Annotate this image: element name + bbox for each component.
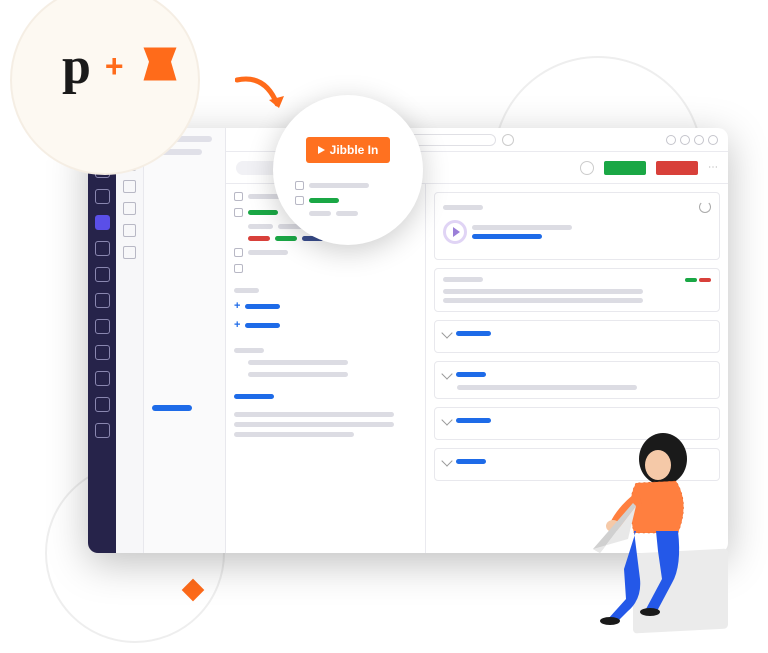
panel-icon[interactable] (123, 180, 136, 193)
won-button[interactable] (604, 161, 646, 175)
panel-icon[interactable] (123, 224, 136, 237)
add-icon[interactable]: + (234, 300, 240, 312)
section-label (456, 418, 491, 423)
magnified-content (273, 181, 423, 222)
topbar-icon[interactable] (666, 135, 676, 145)
link-text[interactable] (472, 234, 542, 239)
link-text[interactable] (234, 394, 274, 399)
topbar-icon[interactable] (680, 135, 690, 145)
topbar-icon[interactable] (694, 135, 704, 145)
placeholder-line (443, 205, 483, 210)
selected-item[interactable] (152, 405, 192, 411)
sidebar-nav-item[interactable] (95, 423, 110, 438)
field-icon (295, 181, 304, 190)
topbar-icon[interactable] (708, 135, 718, 145)
placeholder-line (234, 432, 354, 437)
sidebar-nav-item[interactable] (95, 267, 110, 282)
illustration-person (578, 431, 728, 631)
refresh-icon[interactable] (699, 201, 711, 213)
section-label (456, 331, 491, 336)
more-icon[interactable]: ⋯ (708, 162, 718, 173)
sidebar-nav-item-active[interactable] (95, 215, 110, 230)
placeholder-line (234, 422, 394, 427)
curved-arrow-icon (235, 72, 295, 127)
link-text[interactable] (245, 304, 280, 309)
placeholder-line (248, 224, 273, 229)
secondary-sidebar (116, 128, 144, 553)
link-text[interactable] (245, 323, 280, 328)
chevron-down-icon (441, 455, 452, 466)
lost-button[interactable] (656, 161, 698, 175)
jibble-logo-icon (138, 42, 182, 91)
placeholder-line (472, 225, 572, 230)
integration-logos: p + (62, 42, 182, 91)
sidebar-nav-item[interactable] (95, 241, 110, 256)
sidebar-nav-item[interactable] (95, 293, 110, 308)
activity-card (434, 192, 720, 260)
add-button[interactable] (502, 134, 514, 146)
placeholder-line (443, 298, 643, 303)
main-sidebar: p (88, 128, 116, 553)
chevron-down-icon (441, 327, 452, 338)
field-icon (234, 208, 243, 217)
jibble-in-button[interactable]: Jibble In (306, 137, 391, 163)
placeholder-line (234, 348, 264, 353)
sidebar-nav-item[interactable] (95, 189, 110, 204)
list-panel (144, 128, 226, 553)
panel-icon[interactable] (123, 202, 136, 215)
field-icon (295, 196, 304, 205)
play-icon[interactable] (443, 220, 467, 244)
placeholder-line (234, 412, 394, 417)
sidebar-nav-item[interactable] (95, 397, 110, 412)
sidebar-nav-item[interactable] (95, 371, 110, 386)
status-bar (248, 236, 270, 241)
plus-icon: + (105, 48, 124, 85)
placeholder-line (443, 289, 643, 294)
placeholder-line (457, 385, 637, 390)
add-icon[interactable]: + (234, 319, 240, 331)
placeholder-line (248, 360, 348, 365)
section-label (456, 459, 486, 464)
magnified-view: Jibble In (273, 95, 423, 245)
jibble-button-label: Jibble In (330, 143, 379, 157)
chevron-down-icon (441, 368, 452, 379)
activity-card (434, 268, 720, 312)
placeholder-line (248, 250, 288, 255)
section-label (456, 372, 486, 377)
sidebar-nav-item[interactable] (95, 345, 110, 360)
field-icon (234, 264, 243, 273)
placeholder-line (248, 372, 348, 377)
placeholder-line (443, 277, 483, 282)
panel-icon[interactable] (123, 246, 136, 259)
tag-icon (234, 248, 243, 257)
sidebar-nav-item[interactable] (95, 319, 110, 334)
collapsible-section[interactable] (434, 361, 720, 399)
pipedrive-logo-icon: p (62, 46, 91, 88)
play-icon (318, 146, 325, 154)
field-icon (234, 192, 243, 201)
chevron-down-icon (441, 414, 452, 425)
status-bar (275, 236, 297, 241)
avatar[interactable] (580, 161, 594, 175)
collapsible-section[interactable] (434, 320, 720, 353)
placeholder-line (234, 288, 259, 293)
